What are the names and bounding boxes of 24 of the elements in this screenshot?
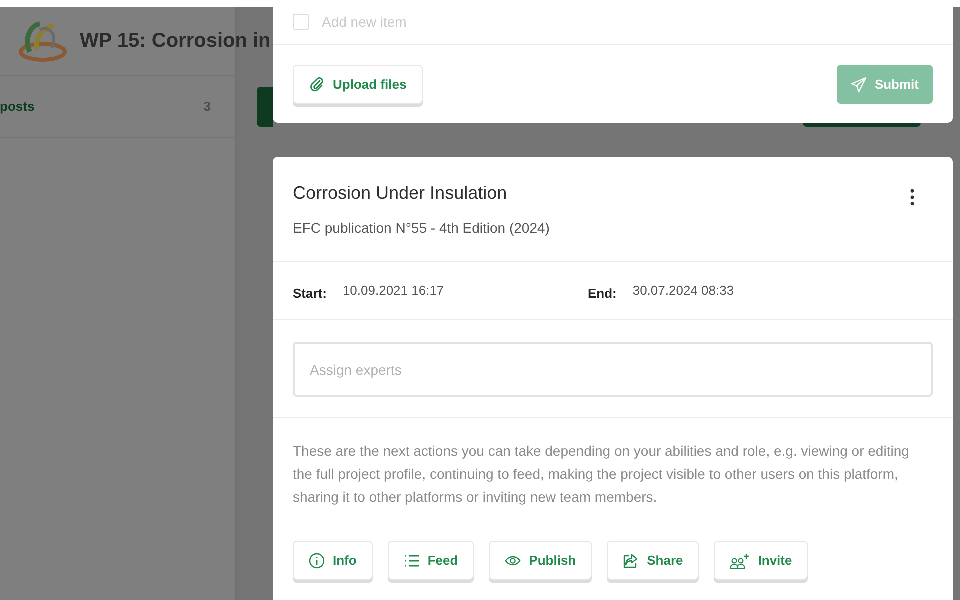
end-label: End: xyxy=(588,284,617,300)
start-date: 10.09.2021 16:17 xyxy=(342,283,446,298)
share-button[interactable]: Share xyxy=(607,541,700,580)
start-label: Start: xyxy=(293,284,327,300)
add-users-icon xyxy=(730,552,750,568)
actions-description: These are the next actions you can take depending on your abilities and role, e.g. viewing or editing the full project profile, continuing to feed, making the project visible to other users on this platform, sharing it to other platforms or inviting new team members. xyxy=(293,442,910,507)
share-icon xyxy=(623,552,640,568)
invite-button[interactable]: Invite xyxy=(714,541,808,580)
project-title: WP 15: Corrosion in xyxy=(80,30,271,52)
end-date: 30.07.2024 08:33 xyxy=(632,283,736,298)
checkbox[interactable] xyxy=(293,14,309,30)
card-title: Corrosion Under Insulation xyxy=(293,183,508,204)
info-icon xyxy=(309,552,325,568)
more-options-icon[interactable] xyxy=(910,189,915,206)
list-icon xyxy=(404,552,420,568)
card-subtitle: EFC publication N°55 - 4th Edition (2024) xyxy=(293,220,550,236)
paperclip-icon xyxy=(309,76,325,92)
paper-plane-icon xyxy=(850,76,867,92)
info-button[interactable]: Info xyxy=(293,541,373,580)
feed-button[interactable]: Feed xyxy=(388,541,474,580)
assign-experts-field[interactable]: Assign experts xyxy=(293,342,933,397)
publish-button[interactable]: Publish xyxy=(489,541,592,580)
upload-files-button[interactable]: Upload files xyxy=(293,65,423,104)
logo-icon xyxy=(18,20,68,62)
